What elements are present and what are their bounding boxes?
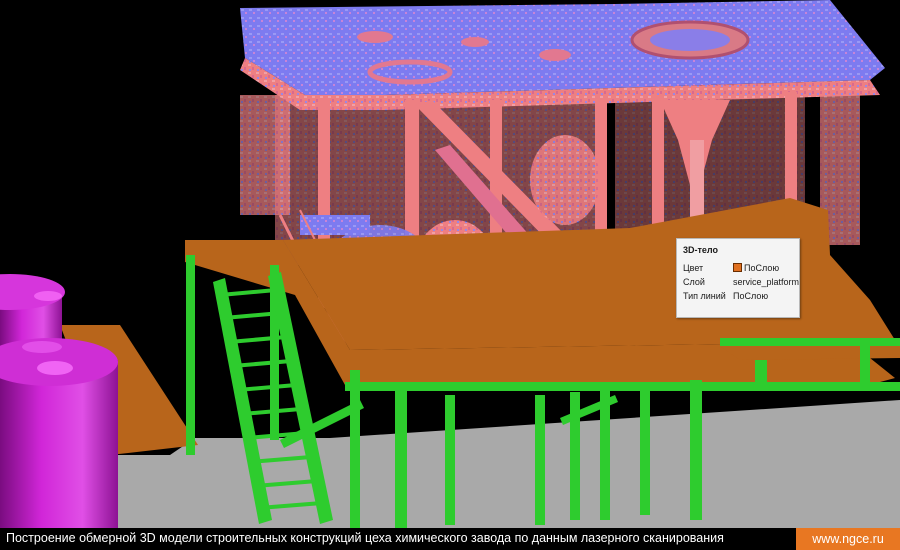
tooltip-value: ПоСлою: [733, 263, 779, 273]
tooltip-key: Слой: [683, 277, 705, 287]
tooltip-row-layer: Слой service_platform: [683, 277, 799, 289]
storage-tanks: [0, 274, 118, 528]
color-swatch-icon: [733, 263, 742, 272]
tooltip-key: Цвет: [683, 263, 704, 273]
caption-text: Построение обмерной 3D модели строительн…: [6, 531, 724, 545]
site-link[interactable]: www.ngce.ru: [796, 528, 900, 550]
caption-bar: Построение обмерной 3D модели строительн…: [0, 528, 900, 550]
tooltip-key: Тип линий: [683, 291, 726, 301]
tooltip-row-linetype: Тип линий ПоСлою: [683, 291, 795, 303]
tooltip-value: ПоСлою: [733, 291, 769, 301]
properties-tooltip: 3D-тело Цвет ПоСлою Слой service_platfor…: [676, 238, 800, 318]
tooltip-title: 3D-тело: [683, 245, 719, 255]
viewport-3d[interactable]: 3D-тело Цвет ПоСлою Слой service_platfor…: [0, 0, 900, 550]
tooltip-row-color: Цвет ПоСлою: [683, 263, 795, 275]
tooltip-value: service_platform: [733, 277, 800, 287]
